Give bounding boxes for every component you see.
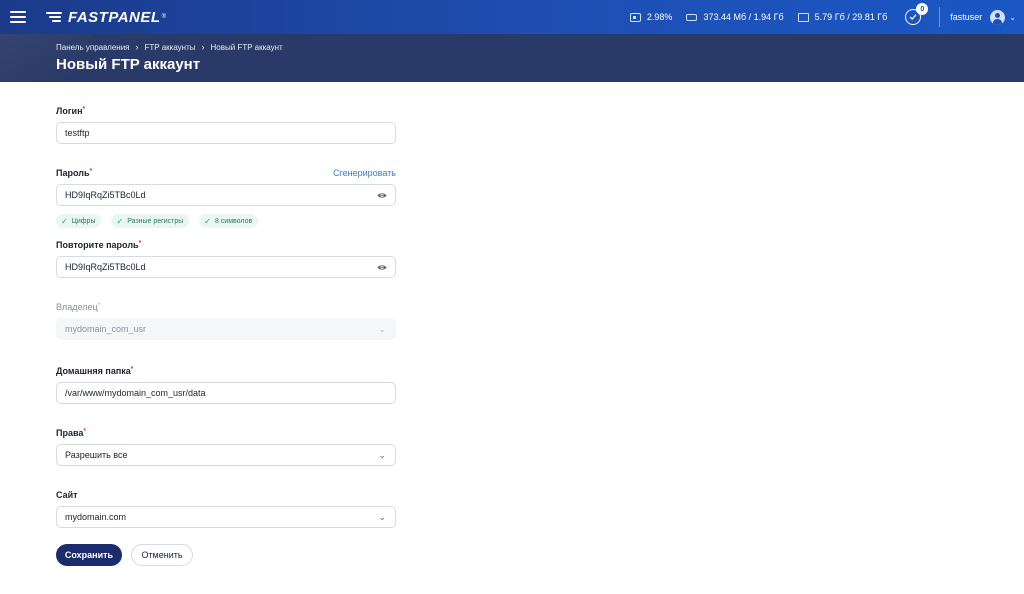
ram-value: 373.44 Мб / 1.94 Гб: [703, 12, 784, 22]
breadcrumb: Панель управления › FTP аккаунты › Новый…: [56, 42, 283, 52]
password-input[interactable]: HD9IqRqZi5TBc0Ld: [56, 184, 396, 206]
page-header: Панель управления › FTP аккаунты › Новый…: [0, 34, 1024, 82]
rights-group: Права* Разрешить все ⌄: [56, 426, 396, 466]
avatar-icon: [990, 9, 1006, 25]
home-dir-group: Домашняя папка* /var/www/mydomain_com_us…: [56, 364, 396, 404]
home-dir-input[interactable]: /var/www/mydomain_com_usr/data: [56, 382, 396, 404]
disk-icon: [797, 12, 809, 22]
eye-icon[interactable]: [377, 191, 387, 200]
chevron-right-icon: ›: [201, 42, 205, 52]
ram-stat: 373.44 Мб / 1.94 Гб: [686, 12, 784, 22]
login-input[interactable]: testftp: [56, 122, 396, 144]
tasks-button[interactable]: 0: [905, 3, 929, 25]
server-stats: 2.98% 373.44 Мб / 1.94 Гб 5.79 Гб / 29.8…: [629, 3, 1024, 27]
page-title: Новый FTP аккаунт: [56, 56, 201, 73]
owner-label: Владелец*: [56, 302, 101, 312]
required-mark: *: [83, 428, 87, 435]
topbar-divider: [939, 7, 941, 27]
repeat-password-group: Повторите пароль* HD9IqRqZi5TBc0Ld: [56, 238, 396, 278]
cpu-stat: 2.98%: [629, 12, 673, 22]
chevron-down-icon: ⌄: [1009, 12, 1016, 22]
rights-label: Права*: [56, 428, 87, 438]
breadcrumb-item-dashboard[interactable]: Панель управления: [56, 43, 130, 52]
cpu-icon: [629, 12, 641, 22]
logo-text: FASTPANEL: [68, 8, 161, 26]
check-icon: ✓: [61, 216, 68, 226]
site-select[interactable]: mydomain.com ⌄: [56, 506, 396, 528]
repeat-password-value: HD9IqRqZi5TBc0Ld: [65, 262, 146, 272]
chevron-down-icon: ⌄: [378, 512, 386, 522]
required-mark: *: [89, 168, 93, 175]
chevron-down-icon: ⌄: [378, 450, 386, 460]
login-label: Логин*: [56, 106, 86, 116]
password-group: Пароль* Сгенерировать HD9IqRqZi5TBc0Ld ✓…: [56, 166, 396, 228]
rights-select[interactable]: Разрешить все ⌄: [56, 444, 396, 466]
username: fastuser: [950, 12, 983, 22]
check-icon: ✓: [204, 216, 211, 226]
ftp-account-form: Логин* testftp Пароль* Сгенерировать HD9…: [56, 82, 396, 528]
check-circle-icon: [909, 14, 917, 20]
tasks-count-badge: 0: [916, 3, 929, 15]
chevron-right-icon: ›: [135, 42, 139, 52]
cancel-button[interactable]: Отменить: [131, 544, 193, 566]
disk-value: 5.79 Гб / 29.81 Гб: [814, 12, 888, 22]
disk-stat: 5.79 Гб / 29.81 Гб: [797, 12, 888, 22]
breadcrumb-item-ftp-accounts[interactable]: FTP аккаунты: [145, 43, 196, 52]
site-group: Сайт mydomain.com ⌄: [56, 488, 396, 528]
requirement-digits: ✓ Цифры: [56, 214, 102, 228]
repeat-password-input[interactable]: HD9IqRqZi5TBc0Ld: [56, 256, 396, 278]
eye-icon[interactable]: [377, 263, 387, 272]
logo-icon: [46, 11, 64, 23]
required-mark: *: [130, 366, 134, 373]
requirement-length: ✓ 8 символов: [199, 214, 259, 228]
password-value: HD9IqRqZi5TBc0Ld: [65, 190, 146, 200]
login-group: Логин* testftp: [56, 104, 396, 144]
owner-value: mydomain_com_usr: [65, 324, 147, 334]
logo[interactable]: FASTPANEL ®: [46, 9, 166, 26]
ram-icon: [686, 13, 698, 21]
site-label: Сайт: [56, 490, 78, 500]
requirement-case: ✓ Разные регистры: [111, 214, 190, 228]
home-dir-label: Домашняя папка*: [56, 366, 134, 376]
form-actions: Сохранить Отменить: [56, 544, 193, 566]
generate-password-link[interactable]: Сгенерировать: [333, 168, 396, 178]
site-value: mydomain.com: [65, 512, 127, 522]
repeat-password-label: Повторите пароль*: [56, 240, 142, 250]
top-bar: FASTPANEL ® 2.98% 373.44 Мб / 1.94 Гб 5.…: [0, 0, 1024, 34]
rights-value: Разрешить все: [65, 450, 128, 460]
password-label: Пароль* Сгенерировать: [56, 168, 396, 178]
login-value: testftp: [65, 128, 90, 138]
owner-group: Владелец* mydomain_com_usr ⌄: [56, 300, 396, 340]
user-menu[interactable]: fastuser ⌄: [950, 9, 1016, 25]
menu-icon[interactable]: [10, 11, 26, 23]
required-mark: *: [82, 106, 86, 113]
password-requirements: ✓ Цифры ✓ Разные регистры ✓ 8 символов: [56, 214, 396, 228]
owner-select: mydomain_com_usr ⌄: [56, 318, 396, 340]
logo-registered-mark: ®: [161, 14, 166, 20]
check-icon: ✓: [116, 216, 124, 226]
breadcrumb-item-current: Новый FTP аккаунт: [210, 42, 283, 52]
required-mark: *: [97, 302, 101, 309]
home-dir-value: /var/www/mydomain_com_usr/data: [65, 388, 206, 398]
chevron-down-icon: ⌄: [378, 324, 386, 334]
save-button[interactable]: Сохранить: [56, 544, 122, 566]
required-mark: *: [138, 240, 142, 247]
cpu-value: 2.98%: [646, 12, 673, 22]
